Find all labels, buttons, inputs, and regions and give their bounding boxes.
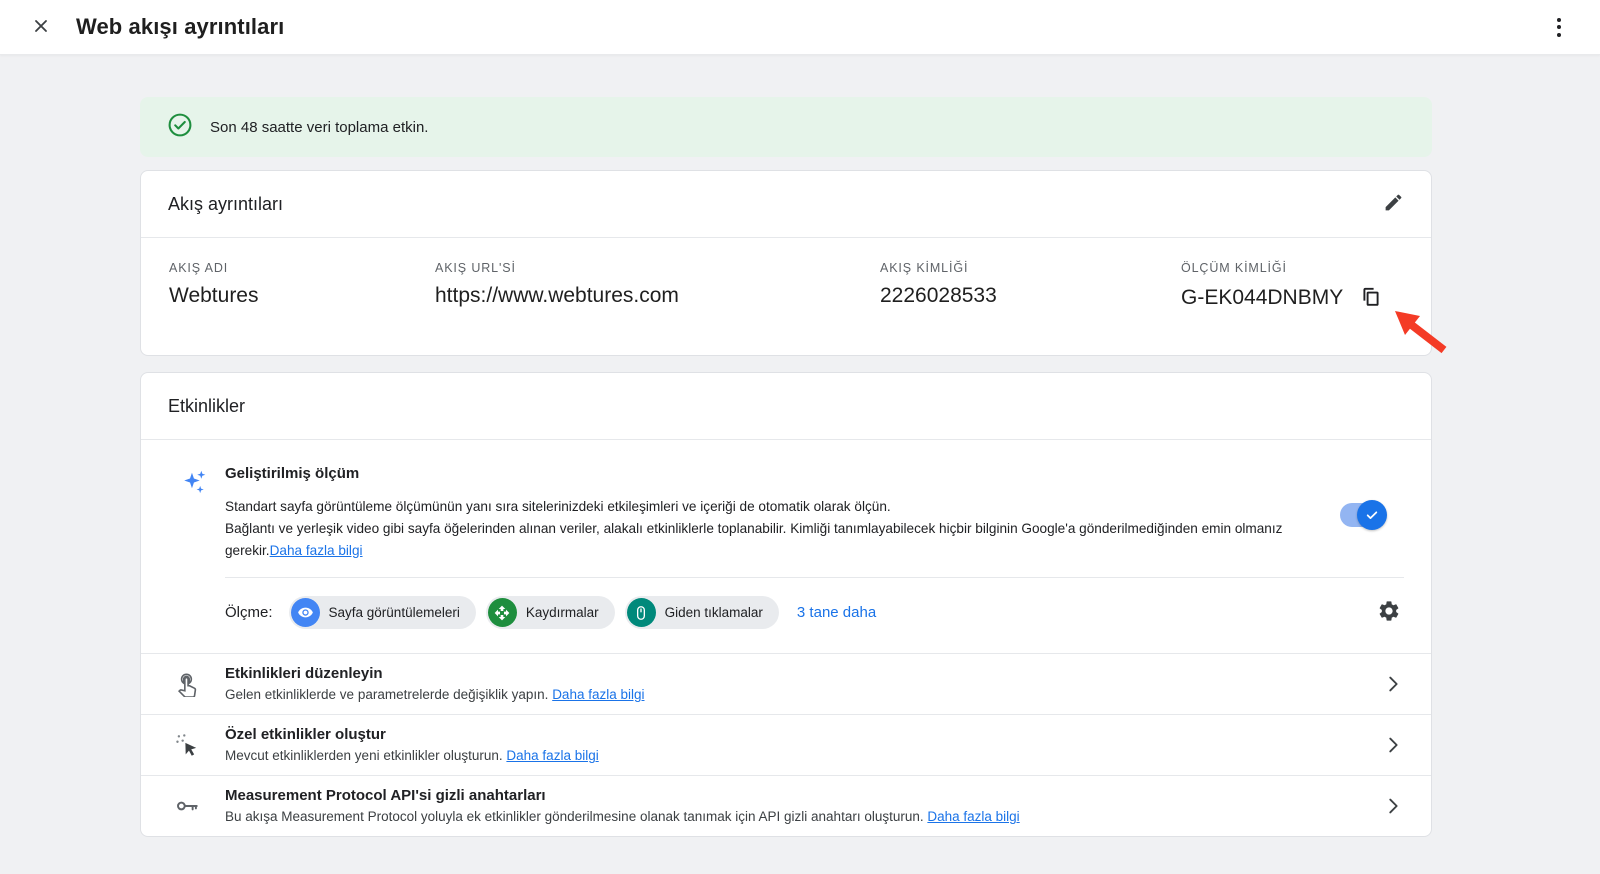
data-collection-banner: Son 48 saatte veri toplama etkin. bbox=[140, 97, 1432, 157]
learn-more-link[interactable]: Daha fazla bilgi bbox=[270, 543, 363, 558]
gear-icon bbox=[1377, 599, 1401, 626]
events-title: Etkinlikler bbox=[168, 396, 245, 417]
enhanced-measurement-title: Geliştirilmiş ölçüm bbox=[225, 465, 1312, 482]
pencil-icon bbox=[1383, 192, 1404, 216]
chevron-right-icon bbox=[1380, 671, 1406, 697]
check-circle-icon bbox=[167, 112, 193, 143]
chip-scrolls: Kaydırmalar bbox=[486, 596, 615, 629]
enhanced-measurement-toggle[interactable] bbox=[1340, 503, 1384, 527]
stream-details-card: Akış ayrıntıları AKIŞ ADI Webtures AKIŞ … bbox=[140, 170, 1432, 356]
edit-button[interactable] bbox=[1383, 192, 1404, 216]
chip-label: Sayfa görüntülemeleri bbox=[329, 605, 460, 620]
chip-label: Kaydırmalar bbox=[526, 605, 599, 620]
field-stream-id: AKIŞ KİMLİĞİ 2226028533 bbox=[880, 261, 1181, 312]
field-label: AKIŞ KİMLİĞİ bbox=[880, 261, 1181, 275]
copy-button[interactable] bbox=[1357, 284, 1385, 312]
field-label: ÖLÇÜM KİMLİĞİ bbox=[1181, 261, 1403, 275]
toggle-check-icon bbox=[1357, 500, 1387, 530]
field-stream-name: AKIŞ ADI Webtures bbox=[169, 261, 435, 312]
description-line-2: Bağlantı ve yerleşik video gibi sayfa öğ… bbox=[225, 518, 1312, 562]
learn-more-link[interactable]: Daha fazla bilgi bbox=[552, 687, 644, 702]
row-title: Özel etkinlikler oluştur bbox=[225, 726, 1380, 743]
sparkle-icon bbox=[169, 465, 225, 561]
enhanced-measurement-description: Standart sayfa görüntüleme ölçümünün yan… bbox=[225, 496, 1312, 561]
measure-label: Ölçme: bbox=[225, 604, 273, 621]
stream-details-header: Akış ayrıntıları bbox=[141, 171, 1431, 238]
banner-message: Son 48 saatte veri toplama etkin. bbox=[210, 119, 428, 136]
row-description: Mevcut etkinliklerden yeni etkinlikler o… bbox=[225, 748, 1380, 763]
field-measurement-id: ÖLÇÜM KİMLİĞİ G-EK044DNBMY bbox=[1181, 261, 1403, 312]
row-description: Bu akışa Measurement Protocol yoluyla ek… bbox=[225, 809, 1380, 824]
close-icon bbox=[31, 16, 51, 39]
enhanced-measurement-section: Geliştirilmiş ölçüm Standart sayfa görün… bbox=[141, 440, 1431, 561]
mouse-icon bbox=[627, 598, 656, 627]
cursor-icon bbox=[169, 732, 225, 758]
measurement-id-value: G-EK044DNBMY bbox=[1181, 286, 1343, 310]
row-title: Etkinlikleri düzenleyin bbox=[225, 665, 1380, 682]
chevron-right-icon bbox=[1380, 793, 1406, 819]
enhanced-measurement-settings-button[interactable] bbox=[1374, 598, 1404, 628]
key-icon bbox=[169, 793, 225, 819]
close-button[interactable] bbox=[26, 12, 56, 42]
field-label: AKIŞ ADI bbox=[169, 261, 435, 275]
chevron-right-icon bbox=[1380, 732, 1406, 758]
kebab-menu-button[interactable] bbox=[1544, 12, 1574, 42]
row-create-custom-events[interactable]: Özel etkinlikler oluştur Mevcut etkinlik… bbox=[141, 714, 1431, 775]
stream-details-title: Akış ayrıntıları bbox=[168, 194, 283, 215]
field-value: https://www.webtures.com bbox=[435, 284, 880, 308]
page-title: Web akışı ayrıntıları bbox=[76, 14, 284, 40]
field-value: G-EK044DNBMY bbox=[1181, 284, 1403, 312]
eye-icon bbox=[291, 598, 320, 627]
events-header: Etkinlikler bbox=[141, 373, 1431, 440]
field-label: AKIŞ URL'Sİ bbox=[435, 261, 880, 275]
row-measurement-protocol-secrets[interactable]: Measurement Protocol API'si gizli anahta… bbox=[141, 775, 1431, 836]
row-modify-events[interactable]: Etkinlikleri düzenleyin Gelen etkinlikle… bbox=[141, 653, 1431, 714]
copy-icon bbox=[1359, 285, 1383, 312]
learn-more-link[interactable]: Daha fazla bilgi bbox=[506, 748, 598, 763]
field-stream-url: AKIŞ URL'Sİ https://www.webtures.com bbox=[435, 261, 880, 312]
kebab-icon bbox=[1557, 18, 1561, 22]
top-bar: Web akışı ayrıntıları bbox=[0, 0, 1600, 55]
scroll-icon bbox=[488, 598, 517, 627]
measuring-row: Ölçme: Sayfa görüntülemeleri Kaydırmalar… bbox=[141, 578, 1431, 653]
row-title: Measurement Protocol API'si gizli anahta… bbox=[225, 787, 1380, 804]
main-content: Son 48 saatte veri toplama etkin. Akış a… bbox=[140, 55, 1432, 837]
field-value: 2226028533 bbox=[880, 284, 1181, 308]
events-card: Etkinlikler Geliştirilmiş ölçüm Standart… bbox=[140, 372, 1432, 837]
learn-more-link[interactable]: Daha fazla bilgi bbox=[927, 809, 1019, 824]
chip-label: Giden tıklamalar bbox=[665, 605, 763, 620]
more-chips-link[interactable]: 3 tane daha bbox=[797, 604, 876, 621]
row-description: Gelen etkinliklerde ve parametrelerde de… bbox=[225, 687, 1380, 702]
field-value: Webtures bbox=[169, 284, 435, 308]
chip-page-views: Sayfa görüntülemeleri bbox=[289, 596, 476, 629]
chip-outbound-clicks: Giden tıklamalar bbox=[625, 596, 779, 629]
touch-icon bbox=[169, 671, 225, 697]
stream-fields: AKIŞ ADI Webtures AKIŞ URL'Sİ https://ww… bbox=[141, 238, 1431, 355]
description-line-1: Standart sayfa görüntüleme ölçümünün yan… bbox=[225, 496, 1312, 518]
